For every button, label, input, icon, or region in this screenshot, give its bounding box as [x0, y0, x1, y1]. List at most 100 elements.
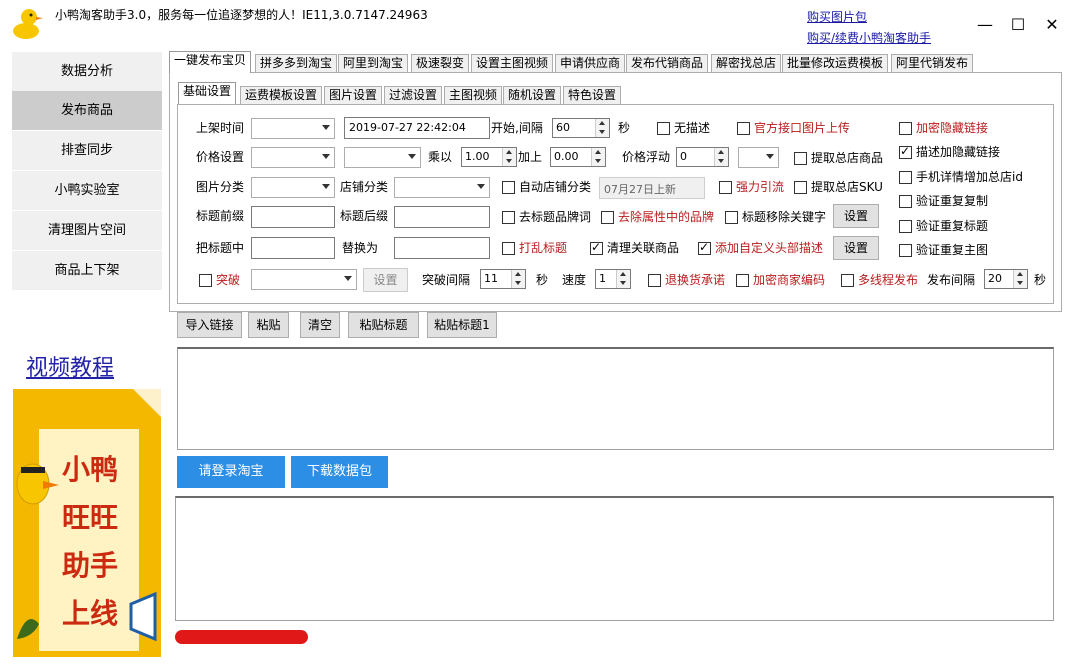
clean-related-checkbox[interactable] [590, 240, 603, 255]
breakthrough-label: 突破 [216, 273, 241, 287]
download-pack-button[interactable]: 下载数据包 [291, 456, 388, 488]
speed-stepper[interactable]: 1 [595, 269, 631, 289]
speed-label: 速度 [562, 273, 587, 287]
extract-sku-label: 提取总店SKU [811, 180, 883, 194]
sidebar-item-data-analysis[interactable]: 数据分析 [12, 52, 162, 91]
tab-basic-settings[interactable]: 基础设置 [178, 82, 237, 104]
shuffle-title-checkbox[interactable] [502, 242, 515, 255]
multiply-value: 1.00 [465, 150, 490, 163]
tab-batch-freight[interactable]: 批量修改运费模板 [782, 54, 889, 73]
paste-button[interactable]: 粘贴 [248, 312, 289, 338]
extract-main-store-label: 提取总店商品 [811, 151, 884, 165]
tab-supplier-apply[interactable]: 申请供应商 [555, 54, 626, 73]
encrypt-hidden-link-checkbox[interactable] [899, 122, 912, 135]
breakthrough-select[interactable] [251, 269, 357, 290]
add-label: 加上 [518, 150, 543, 164]
title-find-input[interactable] [251, 237, 335, 259]
remove-attr-brand-checkbox[interactable] [601, 211, 614, 224]
no-desc-label: 无描述 [674, 121, 711, 135]
auto-category-input[interactable]: 07月27日上新 [599, 177, 705, 199]
video-tutorial-link[interactable]: 视频教程 [26, 350, 114, 382]
extract-main-store-checkbox[interactable] [794, 152, 807, 165]
desc-hidden-link-checkbox[interactable] [899, 144, 912, 159]
links-textarea[interactable] [177, 347, 1054, 450]
paste-title1-button[interactable]: 粘贴标题1 [427, 312, 497, 338]
tab-one-click-publish[interactable]: 一键发布宝贝 [169, 51, 252, 73]
image-category-select[interactable] [251, 177, 335, 198]
maximize-icon[interactable]: ☐ [1003, 10, 1033, 40]
breakthrough-checkbox[interactable] [199, 274, 212, 287]
multithread-publish-checkbox[interactable] [841, 274, 854, 287]
sidebar-item-sync-check[interactable]: 排查同步 [12, 131, 162, 170]
add-stepper[interactable]: 0.00 [550, 147, 606, 167]
image-category-label: 图片分类 [196, 180, 245, 194]
import-links-button[interactable]: 导入链接 [177, 312, 242, 338]
tab-special-settings[interactable]: 特色设置 [563, 86, 622, 105]
title-remove-settings-button[interactable]: 设置 [833, 204, 879, 228]
tab-fast-split[interactable]: 极速裂变 [411, 54, 470, 73]
price-setting-select[interactable] [251, 147, 335, 168]
sidebar-item-clean-image-space[interactable]: 清理图片空间 [12, 211, 162, 250]
tab-freight-template[interactable]: 运费模板设置 [240, 86, 323, 105]
title-replace-input[interactable] [394, 237, 490, 259]
breakthrough-interval-stepper[interactable]: 11 [480, 269, 526, 289]
minimize-icon[interactable]: — [970, 10, 1000, 40]
sidebar-item-lab[interactable]: 小鸭实验室 [12, 171, 162, 210]
verify-dup-title-checkbox[interactable] [899, 220, 912, 233]
verify-dup-image-checkbox[interactable] [899, 244, 912, 257]
promo-text: 小鸭旺旺助手上线 [61, 453, 118, 630]
verify-dup-copy-checkbox[interactable] [899, 195, 912, 208]
extract-sku-checkbox[interactable] [794, 181, 807, 194]
tab-ali-consign[interactable]: 阿里代销发布 [891, 54, 974, 73]
shelf-time-select[interactable] [251, 118, 335, 139]
verify-dup-image-label: 验证重复主图 [916, 243, 989, 257]
sidebar-item-publish-goods[interactable]: 发布商品 [12, 91, 162, 130]
price-float-stepper[interactable]: 0 [676, 147, 729, 167]
interval-stepper[interactable]: 60 [552, 118, 610, 138]
no-desc-checkbox[interactable] [657, 122, 670, 135]
multiply-stepper[interactable]: 1.00 [461, 147, 517, 167]
encrypt-merchant-code-checkbox[interactable] [736, 274, 749, 287]
promo-banner[interactable]: 小鸭旺旺助手上线 [13, 389, 161, 657]
close-icon[interactable]: ✕ [1037, 10, 1067, 40]
remove-title-brand-checkbox[interactable] [502, 211, 515, 224]
buy-images-link[interactable]: 购买图片包 [807, 8, 867, 25]
price-float-value: 0 [680, 150, 687, 163]
price-mode-select[interactable] [344, 147, 421, 168]
tab-main-image-video[interactable]: 主图视频 [444, 86, 503, 105]
return-promise-checkbox[interactable] [648, 274, 661, 287]
remove-attr-brand-label: 去除属性中的品牌 [618, 210, 715, 224]
official-upload-checkbox[interactable] [737, 122, 750, 135]
tab-image-settings[interactable]: 图片设置 [324, 86, 383, 105]
store-category-select[interactable] [394, 177, 490, 198]
tab-filter-settings[interactable]: 过滤设置 [384, 86, 443, 105]
tab-consign-publish[interactable]: 发布代销商品 [626, 54, 709, 73]
remove-title-brand-label: 去标题品牌词 [519, 210, 592, 224]
title-remove-keywords-checkbox[interactable] [725, 211, 738, 224]
price-float-unit-select[interactable] [738, 147, 779, 168]
tab-pdd-to-taobao[interactable]: 拼多多到淘宝 [255, 54, 338, 73]
tab-ali-to-taobao[interactable]: 阿里到淘宝 [338, 54, 409, 73]
publish-interval-stepper[interactable]: 20 [984, 269, 1028, 289]
breakthrough-interval-label: 突破间隔 [422, 273, 471, 287]
strong-drain-checkbox[interactable] [719, 181, 732, 194]
tab-decrypt-store[interactable]: 解密找总店 [711, 54, 782, 73]
login-taobao-button[interactable]: 请登录淘宝 [177, 456, 285, 488]
clear-button[interactable]: 清空 [300, 312, 340, 338]
custom-header-settings-button[interactable]: 设置 [833, 236, 879, 260]
auto-store-category-checkbox[interactable] [502, 181, 515, 194]
title-suffix-input[interactable] [394, 206, 490, 228]
tab-random-settings[interactable]: 随机设置 [503, 86, 562, 105]
interval-label: 开始,间隔 [491, 121, 543, 135]
breakthrough-settings-button[interactable]: 设置 [363, 268, 408, 292]
title-prefix-input[interactable] [251, 206, 335, 228]
buy-renew-link[interactable]: 购买/续费小鸭淘客助手 [807, 29, 931, 46]
paste-title-button[interactable]: 粘贴标题 [348, 312, 419, 338]
shelf-time-label: 上架时间 [196, 121, 245, 135]
log-textarea[interactable] [175, 496, 1054, 621]
add-custom-header-checkbox[interactable] [698, 240, 711, 255]
mobile-detail-add-checkbox[interactable] [899, 171, 912, 184]
sidebar-item-shelf-toggle[interactable]: 商品上下架 [12, 251, 162, 290]
datetime-picker[interactable]: 2019-07-27 22:42:04 [344, 117, 490, 139]
tab-main-video[interactable]: 设置主图视频 [471, 54, 554, 73]
